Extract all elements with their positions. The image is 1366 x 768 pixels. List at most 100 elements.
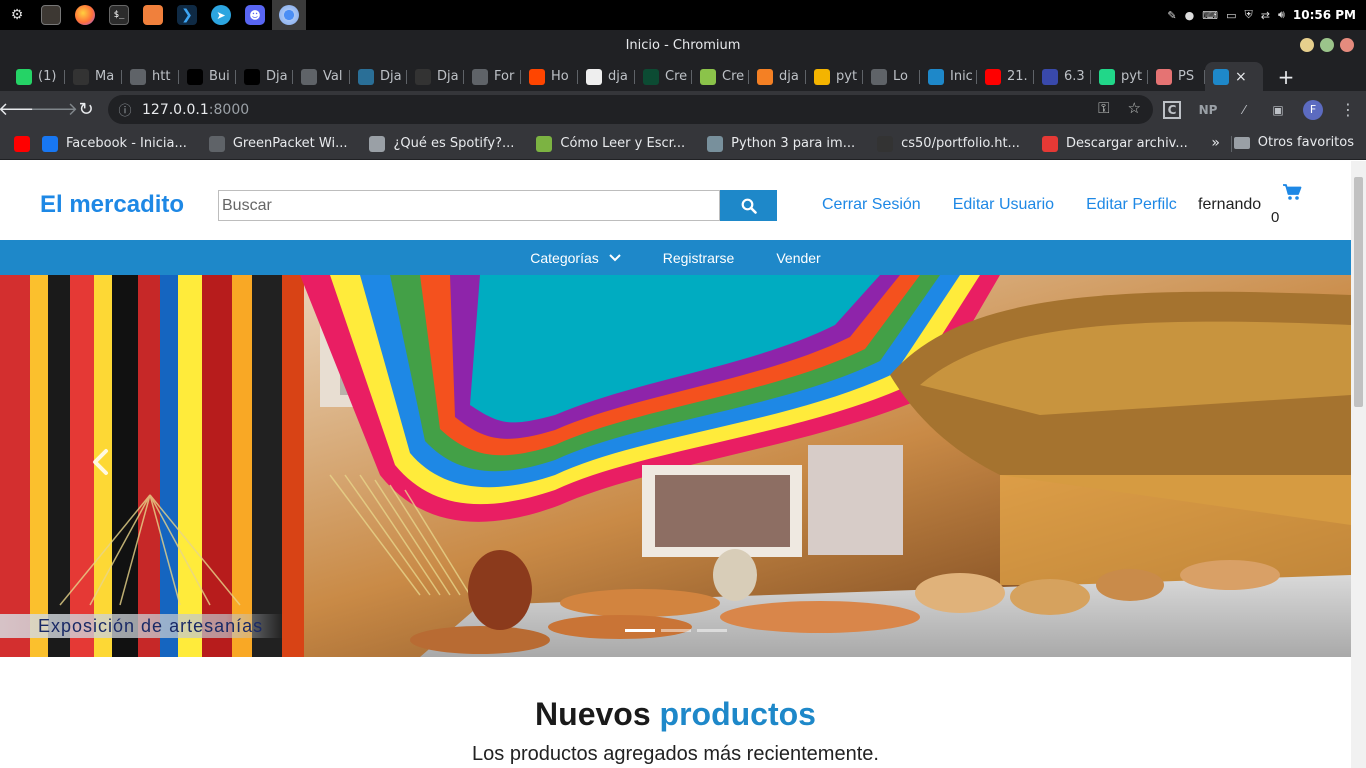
drop-icon[interactable]: ● [1185, 9, 1195, 22]
files-icon[interactable] [34, 0, 68, 30]
browser-tab[interactable]: (1) [8, 62, 65, 91]
edit-user-link[interactable]: Editar Usuario [953, 196, 1054, 214]
bookmark-item[interactable]: Python 3 para im... [707, 135, 856, 152]
bookmark-label: Facebook - Inicia... [66, 136, 187, 151]
clock[interactable]: 10:56 PM [1293, 8, 1356, 22]
browser-tab[interactable]: 21. [977, 62, 1034, 91]
browser-tab[interactable]: dja [749, 62, 806, 91]
bookmark-item[interactable]: Descargar archiv... [1041, 135, 1188, 152]
browser-tab[interactable]: PS [1148, 62, 1205, 91]
network-icon[interactable]: ⇄ [1261, 9, 1270, 22]
browser-tab[interactable]: Cre [635, 62, 692, 91]
battery-icon[interactable]: ▭ [1226, 9, 1236, 22]
carousel-indicator-3[interactable] [697, 629, 727, 632]
page-scrollbar[interactable] [1351, 161, 1366, 768]
site-brand[interactable]: El mercadito [40, 191, 184, 219]
profile-avatar-icon[interactable]: F [1303, 99, 1323, 120]
maximize-button[interactable] [1320, 38, 1334, 52]
c-extension-icon[interactable]: C [1163, 100, 1181, 119]
logout-link[interactable]: Cerrar Sesión [822, 196, 921, 214]
folder-icon[interactable] [136, 0, 170, 30]
minimize-button[interactable] [1300, 38, 1314, 52]
browser-tab[interactable]: Dja [236, 62, 293, 91]
nav-register[interactable]: Registrarse [663, 250, 735, 266]
address-bar[interactable]: ⓘ 127.0.0.1:8000 ⚿ ☆ [108, 95, 1153, 124]
cart-icon[interactable] [1282, 183, 1302, 205]
np-extension-icon[interactable]: NP [1197, 101, 1219, 119]
nav-sell[interactable]: Vender [776, 250, 820, 266]
browser-tab[interactable]: pyt [806, 62, 863, 91]
settings-gear-icon[interactable]: ⚙ [0, 0, 34, 30]
bookmark-label: Python 3 para im... [731, 136, 856, 151]
browser-tab[interactable]: 6.3 [1034, 62, 1091, 91]
browser-tab[interactable]: For [464, 62, 521, 91]
browser-tab-label: Val [323, 69, 343, 84]
search-button[interactable] [720, 190, 777, 221]
close-tab-icon[interactable]: × [1235, 69, 1247, 85]
carousel-indicator-2[interactable] [661, 629, 691, 632]
bookmark-item[interactable]: GreenPacket Wi... [208, 135, 347, 152]
firefox-icon[interactable] [68, 0, 102, 30]
os-top-bar: ⚙ $_ ❯ ➤ ☻ ✎ ● ⌨ ▭ ⛨ ⇄ 🔊︎ 10:56 PM [0, 0, 1366, 30]
pen-icon[interactable]: ✎ [1167, 9, 1176, 22]
browser-tab[interactable]: Ma [65, 62, 122, 91]
edit-profile-link[interactable]: Editar Perfilc [1086, 196, 1177, 214]
nav-categories[interactable]: Categorías [530, 250, 621, 266]
telegram-icon[interactable]: ➤ [204, 0, 238, 30]
browser-tab-label: htt [152, 69, 171, 84]
omnibox-actions: ⚿ ☆ [1098, 99, 1141, 117]
bookmark-item[interactable]: cs50/portfolio.ht... [877, 135, 1020, 152]
terminal-icon[interactable]: $_ [102, 0, 136, 30]
bookmarks-overflow-button[interactable]: » [1211, 135, 1220, 151]
other-bookmarks-folder[interactable]: Otros favoritos [1233, 135, 1354, 150]
browser-tab[interactable]: Inic [920, 62, 977, 91]
bookmark-item[interactable]: Facebook - Inicia... [42, 135, 187, 152]
browser-tab-active[interactable]: × [1205, 62, 1263, 91]
browser-tab[interactable]: Cre [692, 62, 749, 91]
browser-tab[interactable]: Dja [407, 62, 464, 91]
browser-tab-label: PS [1178, 69, 1195, 84]
window-extension-icon[interactable]: ▣ [1269, 101, 1287, 119]
codepen-icon [73, 68, 89, 85]
menu-icon[interactable]: ⋮ [1339, 100, 1357, 119]
scrollbar-thumb[interactable] [1354, 177, 1363, 407]
site-info-icon[interactable]: ⓘ [108, 100, 142, 119]
os-launcher: ⚙ $_ ❯ ➤ ☻ [0, 0, 306, 30]
carousel-indicator-1[interactable] [625, 629, 655, 632]
url-host: 127.0.0.1 [142, 101, 209, 118]
shield-icon[interactable]: ⛨ [1244, 8, 1252, 22]
forward-button[interactable]: 🡒 [30, 94, 78, 126]
browser-tab[interactable]: Bui [179, 62, 236, 91]
browser-tab-label: (1) [38, 69, 57, 84]
new-tab-button[interactable]: + [1269, 62, 1303, 91]
volume-icon[interactable]: 🔊︎ [1278, 8, 1285, 22]
bookmark-star-icon[interactable]: ☆ [1128, 99, 1141, 117]
browser-tab-label: Cre [722, 69, 745, 84]
bookmark-item[interactable]: Cómo Leer y Escr... [536, 135, 685, 152]
browser-tab[interactable]: Lo [863, 62, 920, 91]
key-icon[interactable]: ⚿ [1098, 99, 1109, 117]
reload-button[interactable]: ↻ [70, 94, 102, 126]
carousel-prev-icon[interactable] [88, 447, 114, 477]
browser-tab[interactable]: Ho [521, 62, 578, 91]
username: fernando [1198, 196, 1262, 213]
discord-icon[interactable]: ☻ [238, 0, 272, 30]
browser-tab[interactable]: pyt [1091, 62, 1148, 91]
browser-tab[interactable]: Val [293, 62, 350, 91]
browser-tab[interactable]: Dja [350, 62, 407, 91]
nav-sell-label: Vender [776, 249, 821, 266]
browser-tab-label: Dja [266, 69, 288, 84]
globe-icon [208, 135, 225, 152]
browser-tab[interactable]: htt [122, 62, 179, 91]
search-input[interactable] [218, 190, 720, 221]
vscode-icon[interactable]: ❯ [170, 0, 204, 30]
keyboard-icon[interactable]: ⌨ [1202, 9, 1218, 22]
chromium-icon[interactable] [272, 0, 306, 30]
pycharm-icon [1099, 68, 1115, 85]
bookmark-item[interactable]: ¿Qué es Spotify?... [369, 135, 515, 152]
close-window-button[interactable] [1340, 38, 1354, 52]
browser-tab[interactable]: dja [578, 62, 635, 91]
bookmark-label: ¿Qué es Spotify?... [393, 136, 515, 151]
wand-extension-icon[interactable]: ⁄ [1235, 101, 1253, 119]
bookmark-item[interactable] [14, 135, 30, 152]
